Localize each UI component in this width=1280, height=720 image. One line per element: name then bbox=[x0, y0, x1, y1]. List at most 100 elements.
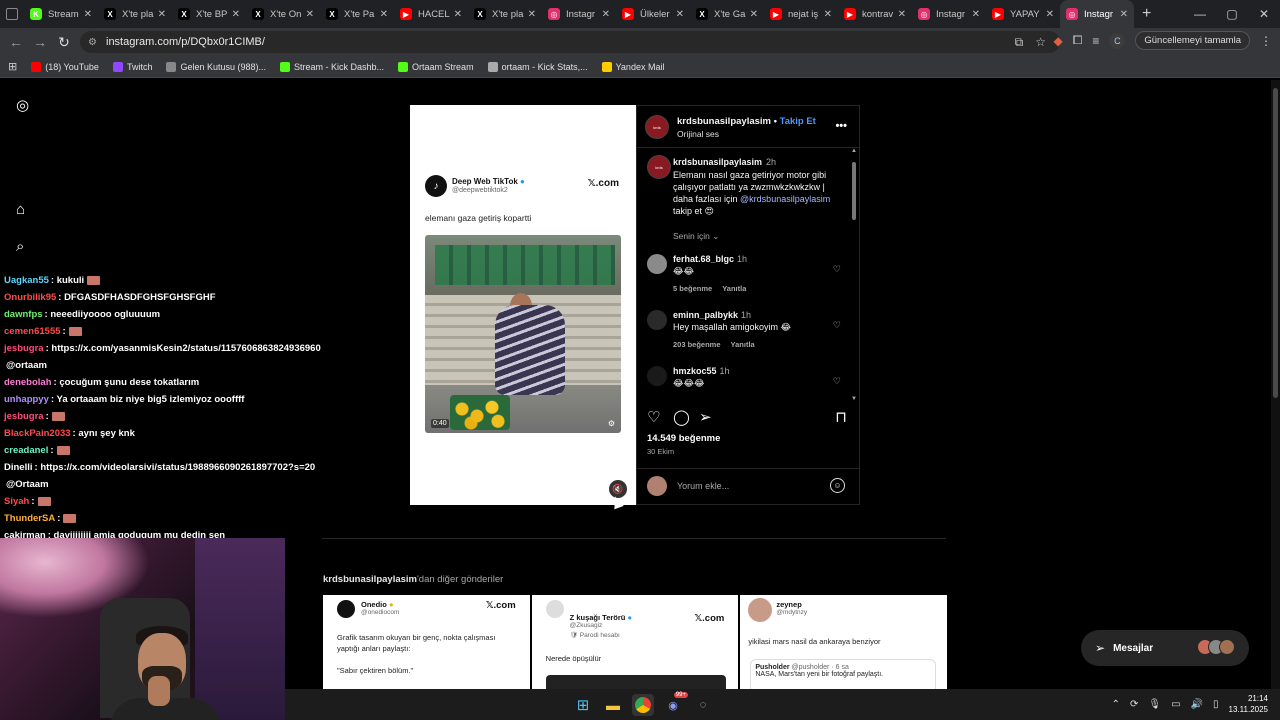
post-thumbnail[interactable]: Z kuşağı Terörü ● @Zkusagiz 🛡 Parodi hes… bbox=[531, 595, 739, 689]
tab-search-icon[interactable] bbox=[6, 8, 18, 20]
browser-tab[interactable]: X X'te Pa ✕ bbox=[320, 0, 394, 28]
commenter-avatar[interactable] bbox=[647, 366, 667, 386]
bookmark-item[interactable]: Ortaam Stream bbox=[398, 61, 474, 72]
network-icon[interactable]: ▭ bbox=[1171, 699, 1180, 710]
minimize-button[interactable]: — bbox=[1184, 7, 1216, 21]
sync-icon[interactable]: ⟳ bbox=[1130, 699, 1138, 710]
system-clock[interactable]: 21:14 13.11.2025 bbox=[1229, 693, 1268, 715]
browser-tab[interactable]: ◎ Instagr ✕ bbox=[542, 0, 616, 28]
commenter-name[interactable]: ferhat.68_blgc 1h bbox=[673, 254, 747, 264]
reply-button[interactable]: Yanıtla bbox=[731, 340, 755, 349]
like-icon[interactable]: ♡ bbox=[647, 408, 660, 426]
start-icon[interactable]: ⊞ bbox=[572, 694, 594, 716]
browser-tab[interactable]: ▶ nejat iş ✕ bbox=[764, 0, 838, 28]
close-tab-icon[interactable]: ✕ bbox=[1120, 9, 1128, 20]
bookmark-item[interactable]: Twitch bbox=[112, 61, 152, 72]
bookmark-item[interactable]: ortaam - Kick Stats,... bbox=[487, 61, 588, 72]
post-thumbnail[interactable]: Onedio ● @onediocom 𝕏.com Grafik tasarım… bbox=[323, 595, 530, 689]
share-icon[interactable]: ➢ bbox=[699, 408, 712, 426]
close-tab-icon[interactable]: ✕ bbox=[1046, 9, 1054, 20]
media-control-icon[interactable]: ≡ bbox=[1092, 34, 1099, 48]
comment-input[interactable]: Yorum ekle... bbox=[677, 481, 729, 491]
close-tab-icon[interactable]: ✕ bbox=[84, 9, 92, 20]
account-name[interactable]: krdsbunasilpaylasim bbox=[677, 116, 771, 127]
update-button[interactable]: Güncellemeyi tamamla bbox=[1135, 31, 1250, 50]
new-tab-button[interactable]: + bbox=[1142, 5, 1151, 23]
tray-chevron-icon[interactable]: ⌃ bbox=[1112, 699, 1120, 710]
messages-button[interactable]: ➢ Mesajlar bbox=[1081, 630, 1249, 666]
apps-grid-icon[interactable]: ⊞ bbox=[8, 60, 17, 73]
search-icon[interactable]: ⌕ bbox=[16, 238, 34, 256]
bookmark-star-icon[interactable]: ☆ bbox=[1035, 35, 1046, 50]
site-info-icon[interactable]: ⚙ bbox=[88, 37, 100, 48]
comments-scrollbar[interactable]: ▲ ▼ bbox=[851, 148, 857, 402]
reload-button[interactable]: ↻ bbox=[52, 34, 76, 51]
forward-button[interactable]: → bbox=[28, 34, 52, 50]
browser-tab[interactable]: X X'te BP ✕ bbox=[172, 0, 246, 28]
browser-tab[interactable]: X X'te On ✕ bbox=[246, 0, 320, 28]
close-tab-icon[interactable]: ✕ bbox=[306, 9, 314, 20]
microphone-icon[interactable]: 🎙 bbox=[1148, 699, 1161, 710]
close-tab-icon[interactable]: ✕ bbox=[898, 9, 906, 20]
maximize-button[interactable]: ▢ bbox=[1216, 7, 1248, 21]
extension-icon[interactable]: ◆ bbox=[1054, 34, 1063, 48]
extensions-puzzle-icon[interactable]: ⧠ bbox=[1073, 33, 1083, 48]
comment-likes[interactable]: 5 beğenme bbox=[673, 284, 712, 293]
close-tab-icon[interactable]: ✕ bbox=[454, 9, 462, 20]
close-tab-icon[interactable]: ✕ bbox=[824, 9, 832, 20]
close-tab-icon[interactable]: ✕ bbox=[232, 9, 240, 20]
chrome-icon[interactable] bbox=[632, 694, 654, 716]
comment-like-icon[interactable]: ♡ bbox=[833, 376, 841, 387]
browser-tab[interactable]: ▶ Ülkeler ✕ bbox=[616, 0, 690, 28]
browser-tab[interactable]: X X'te Ga ✕ bbox=[690, 0, 764, 28]
close-tab-icon[interactable]: ✕ bbox=[750, 9, 758, 20]
home-icon[interactable]: ⌂ bbox=[16, 201, 34, 219]
save-icon[interactable]: ⊓ bbox=[835, 408, 847, 426]
close-tab-icon[interactable]: ✕ bbox=[972, 9, 980, 20]
close-window-button[interactable]: ✕ bbox=[1248, 7, 1280, 21]
caption-mention-link[interactable]: @krdsbunasilpaylasim bbox=[740, 194, 830, 204]
profile-avatar[interactable]: C bbox=[1109, 32, 1126, 49]
commenter-avatar[interactable] bbox=[647, 254, 667, 274]
comment-like-icon[interactable]: ♡ bbox=[833, 264, 841, 275]
browser-tab[interactable]: ◎ Instagr ✕ bbox=[1060, 0, 1134, 28]
audio-label[interactable]: Orijinal ses bbox=[677, 129, 719, 139]
bookmark-item[interactable]: Stream - Kick Dashb... bbox=[280, 61, 384, 72]
browser-tab[interactable]: ▶ kontrav ✕ bbox=[838, 0, 912, 28]
browser-menu-icon[interactable]: ⋮ bbox=[1260, 34, 1272, 48]
close-tab-icon[interactable]: ✕ bbox=[676, 9, 684, 20]
install-app-icon[interactable]: ⧉ bbox=[1015, 35, 1024, 50]
instagram-logo-icon[interactable]: ◎ bbox=[16, 96, 34, 114]
account-avatar[interactable]: krds bbox=[645, 115, 669, 139]
more-options-icon[interactable]: ••• bbox=[835, 120, 847, 132]
like-count[interactable]: 14.549 beğenme bbox=[647, 433, 720, 444]
post-thumbnail[interactable]: zeynep @mdytnzy yikilasi mars nasil da a… bbox=[740, 595, 948, 689]
close-tab-icon[interactable]: ✕ bbox=[380, 9, 388, 20]
bookmark-item[interactable]: (18) YouTube bbox=[31, 61, 99, 72]
commenter-avatar[interactable] bbox=[647, 310, 667, 330]
commenter-name[interactable]: hmzkoc55 1h bbox=[673, 366, 730, 376]
emoji-icon[interactable]: ☺ bbox=[830, 478, 845, 493]
browser-tab[interactable]: K Stream ✕ bbox=[24, 0, 98, 28]
close-tab-icon[interactable]: ✕ bbox=[602, 9, 610, 20]
browser-tab[interactable]: ◎ Instagr ✕ bbox=[912, 0, 986, 28]
page-scrollbar[interactable] bbox=[1271, 80, 1280, 720]
comment-like-icon[interactable]: ♡ bbox=[833, 320, 841, 331]
comment-icon[interactable]: ◯ bbox=[673, 408, 690, 426]
app-icon[interactable]: ◌ bbox=[692, 694, 714, 716]
browser-tab[interactable]: ▶ HACEL ✕ bbox=[394, 0, 468, 28]
volume-icon[interactable]: 🔊 bbox=[1191, 699, 1203, 710]
browser-tab[interactable]: X X'te pla ✕ bbox=[98, 0, 172, 28]
caption-author[interactable]: krdsbunasilpaylasim 2h bbox=[673, 157, 776, 167]
follow-button[interactable]: Takip Et bbox=[780, 116, 816, 127]
comment-filter-dropdown[interactable]: Senin için ⌄ bbox=[673, 231, 719, 242]
close-tab-icon[interactable]: ✕ bbox=[528, 9, 536, 20]
back-button[interactable]: ← bbox=[4, 34, 28, 50]
file-explorer-icon[interactable]: ▬ bbox=[602, 694, 624, 716]
bookmark-item[interactable]: Yandex Mail bbox=[601, 61, 664, 72]
commenter-name[interactable]: eminn_palbykk 1h bbox=[673, 310, 751, 320]
caption-avatar[interactable]: krds bbox=[647, 155, 671, 179]
browser-tab[interactable]: X X'te pla ✕ bbox=[468, 0, 542, 28]
address-bar[interactable]: ⚙ instagram.com/p/DQbx0r1CIMB/ ⧉ ☆ bbox=[80, 31, 1060, 53]
comment-likes[interactable]: 203 beğenme bbox=[673, 340, 721, 349]
